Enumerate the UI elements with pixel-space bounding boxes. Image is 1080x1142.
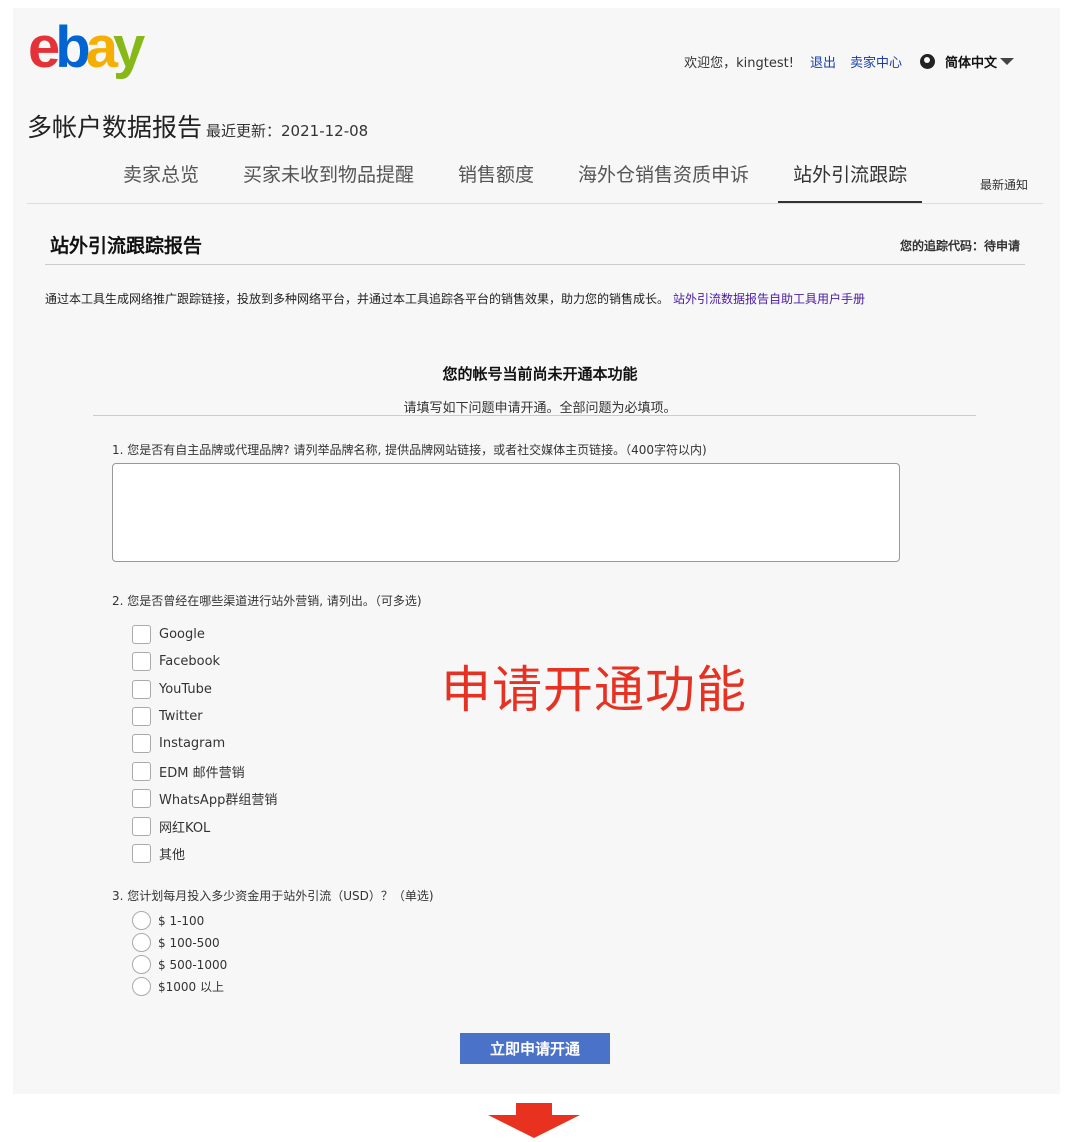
checkbox-kol[interactable]: 网红KOL [132, 817, 210, 836]
radio-circle[interactable] [132, 955, 151, 974]
checkbox-box[interactable] [132, 817, 151, 836]
question-3-label: 3. 您计划每月投入多少资金用于站外引流（USD）？（单选) [112, 889, 434, 903]
language-label: 简体中文 [944, 56, 997, 71]
checkbox-other[interactable]: 其他 [132, 844, 185, 863]
top-bar: 欢迎您，kingtest! 退出 卖家中心 简体中文 [684, 52, 1014, 71]
radio-circle[interactable] [132, 933, 151, 952]
language-select[interactable]: 简体中文 [945, 52, 1014, 71]
section-title: 站外引流跟踪报告 [50, 235, 203, 257]
tab-seller-overview[interactable]: 卖家总览 [108, 160, 214, 203]
radio-1000-plus[interactable]: $1000 以上 [132, 977, 224, 996]
divider [45, 264, 1025, 265]
intro-text: 通过本工具生成网络推广跟踪链接，投放到多种网络平台，并通过本工具追踪各平台的销售… [45, 292, 866, 306]
checkbox-box[interactable] [132, 844, 151, 863]
tab-bar: 卖家总览 买家未收到物品提醒 销售额度 海外仓销售资质申诉 站外引流跟踪 [108, 160, 936, 203]
divider [27, 203, 1043, 204]
checkbox-whatsapp[interactable]: WhatsApp群组营销 [132, 789, 277, 808]
user-manual-link[interactable]: 站外引流数据报告自助工具用户手册 [673, 292, 865, 306]
question-2-label: 2. 您是否曾经在哪些渠道进行站外营销, 请列出。（可多选) [112, 594, 422, 608]
checkbox-box[interactable] [132, 680, 151, 699]
chevron-down-icon [1000, 58, 1014, 65]
question-1-label: 1. 您是否有自主品牌或代理品牌? 请列举品牌名称, 提供品牌网站链接，或者社交… [112, 443, 707, 457]
checkbox-box[interactable] [132, 734, 151, 753]
last-updated: 最近更新：2021-12-08 [206, 122, 369, 140]
tab-warehouse-appeal[interactable]: 海外仓销售资质申诉 [563, 160, 764, 203]
tab-offsite-tracking[interactable]: 站外引流跟踪 [778, 160, 923, 203]
apply-button[interactable]: 立即申请开通 [460, 1033, 610, 1064]
seller-center-link[interactable]: 卖家中心 [850, 52, 902, 71]
tab-selling-limit[interactable]: 销售额度 [443, 160, 549, 203]
radio-circle[interactable] [132, 977, 151, 996]
radio-500-1000[interactable]: $ 500-1000 [132, 955, 227, 974]
page-title: 多帐户数据报告 最近更新：2021-12-08 [27, 113, 369, 142]
checkbox-youtube[interactable]: YouTube [132, 680, 212, 699]
divider [93, 415, 976, 416]
radio-circle[interactable] [132, 911, 151, 930]
checkbox-facebook[interactable]: Facebook [132, 652, 220, 671]
checkbox-box[interactable] [132, 652, 151, 671]
checkbox-twitter[interactable]: Twitter [132, 707, 203, 726]
checkbox-box[interactable] [132, 707, 151, 726]
globe-icon[interactable] [919, 54, 935, 69]
checkbox-box[interactable] [132, 762, 151, 781]
tab-inr-alert[interactable]: 买家未收到物品提醒 [228, 160, 429, 203]
radio-1-100[interactable]: $ 1-100 [132, 911, 204, 930]
checkbox-google[interactable]: Google [132, 625, 205, 644]
logout-link[interactable]: 退出 [810, 52, 836, 71]
notice-subtext: 请填写如下问题申请开通。全部问题为必填项。 [403, 401, 677, 416]
checkbox-box[interactable] [132, 625, 151, 644]
annotation-text: 申请开通功能 [441, 661, 747, 719]
radio-100-500[interactable]: $ 100-500 [132, 933, 220, 952]
checkbox-edm[interactable]: EDM 邮件营销 [132, 762, 245, 781]
checkbox-instagram[interactable]: Instagram [132, 734, 225, 753]
checkbox-box[interactable] [132, 789, 151, 808]
ebay-logo[interactable]: ebay [28, 18, 145, 78]
welcome-text: 欢迎您，kingtest! [684, 56, 794, 71]
arrow-down-icon [488, 1103, 580, 1138]
notice-heading: 您的帐号当前尚未开通本功能 [442, 365, 638, 383]
latest-news-link[interactable]: 最新通知 [980, 176, 1028, 193]
brand-textarea[interactable] [112, 463, 900, 562]
tracking-code: 您的追踪代码：待申请 [899, 239, 1020, 253]
